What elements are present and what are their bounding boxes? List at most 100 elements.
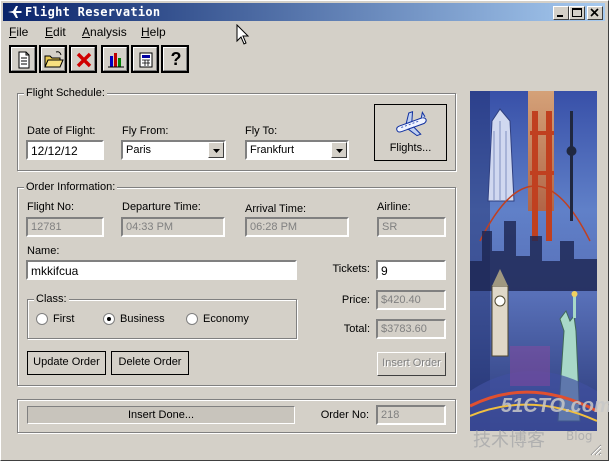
graph-button[interactable] [101, 45, 129, 73]
class-business-radio[interactable] [103, 313, 115, 325]
class-first-label[interactable]: First [53, 313, 74, 325]
fly-to-value: Frankfurt [250, 144, 295, 156]
minimize-icon [557, 15, 563, 17]
price-field: $420.40 [376, 290, 446, 310]
order-no-label: Order No: [320, 409, 369, 421]
new-order-button[interactable] [9, 45, 37, 73]
class-business-label[interactable]: Business [120, 313, 165, 325]
new-document-icon [18, 51, 30, 69]
update-order-button[interactable]: Update Order [27, 351, 106, 375]
delete-order-button[interactable]: Delete Order [111, 351, 189, 375]
calculator-button-face [133, 47, 157, 71]
arrival-time-value: 06:28 PM [250, 221, 298, 233]
menu-analysis[interactable]: Analysis [82, 25, 127, 39]
flight-no-label: Flight No: [27, 201, 75, 213]
menu-file-rest: ile [16, 25, 29, 39]
airline-label: Airline: [377, 201, 411, 213]
delete-order-tool-button[interactable] [69, 45, 97, 73]
maximize-icon [572, 8, 582, 17]
bar-chart-icon [108, 53, 124, 68]
calculator-icon [139, 52, 153, 68]
calculator-button[interactable] [131, 45, 159, 73]
tickets-input[interactable]: 9 [376, 260, 446, 280]
order-no-value: 218 [381, 409, 400, 421]
date-of-flight-input[interactable]: 12/12/12 [26, 140, 104, 160]
chevron-down-icon [336, 149, 343, 153]
arrival-time-label: Arrival Time: [245, 203, 307, 215]
flight-schedule-legend: Flight Schedule: [24, 87, 107, 99]
menu-help[interactable]: Help [141, 25, 166, 39]
status-message: Insert Done... [27, 406, 295, 424]
help-question-icon: ? [170, 49, 182, 69]
help-button-face: ? [163, 47, 187, 71]
delete-order-label: Delete Order [118, 356, 182, 368]
fly-from-select[interactable]: Paris [121, 140, 226, 160]
price-label: Price: [341, 294, 370, 306]
name-label: Name: [27, 245, 60, 257]
delete-order-tool-button-face [71, 47, 95, 71]
insert-order-button[interactable]: Insert Order [377, 352, 446, 376]
menu-help-accel: H [141, 25, 150, 39]
airline-field: SR [377, 217, 446, 237]
insert-order-label: Insert Order [382, 357, 441, 369]
price-value: $420.40 [381, 294, 421, 306]
close-icon [590, 8, 599, 17]
departure-time-value: 04:33 PM [126, 221, 174, 233]
menu-analysis-accel: A [82, 25, 91, 39]
departure-time-field: 04:33 PM [121, 217, 225, 237]
class-economy-label[interactable]: Economy [203, 313, 249, 325]
delete-x-icon [76, 52, 92, 68]
order-no-field: 218 [376, 405, 446, 425]
help-button[interactable]: ? [161, 45, 189, 73]
flight-no-value: 12781 [31, 221, 62, 233]
watermark-blog-en: Blog [566, 429, 593, 443]
airplane-app-icon [8, 6, 22, 18]
fly-from-dropdown-button[interactable] [208, 142, 224, 158]
menu-edit-accel: E [45, 25, 54, 39]
maximize-button[interactable] [569, 6, 585, 20]
watermark-blog: 技术博客 [473, 430, 545, 451]
total-field: $3783.60 [376, 319, 446, 339]
flights-button[interactable]: Flights... [374, 104, 447, 161]
open-order-button[interactable] [39, 45, 67, 73]
update-order-label: Update Order [33, 356, 100, 368]
menu-edit-rest: dit [53, 25, 66, 39]
window-title: Flight Reservation [25, 5, 161, 19]
fly-from-value: Paris [126, 144, 152, 156]
class-first-radio[interactable] [36, 313, 48, 325]
graph-button-face [103, 47, 127, 71]
open-folder-icon [44, 51, 64, 68]
menu-edit[interactable]: Edit [45, 25, 66, 39]
travel-collage-image [470, 91, 597, 431]
date-of-flight-label: Date of Flight: [27, 125, 96, 137]
menu-bar: File Edit Analysis Help [3, 22, 605, 41]
open-order-button-face [41, 47, 65, 71]
name-input[interactable]: mkkifcua [26, 260, 297, 280]
chevron-down-icon [213, 149, 220, 153]
fly-to-dropdown-button[interactable] [331, 142, 347, 158]
flight-no-field: 12781 [26, 217, 104, 237]
fly-from-label: Fly From: [122, 125, 169, 137]
order-information-legend: Order Information: [24, 181, 118, 193]
fly-to-select[interactable]: Frankfurt [245, 140, 349, 160]
total-label: Total: [343, 323, 370, 335]
minimize-button[interactable] [553, 6, 569, 20]
menu-help-rest: elp [149, 25, 166, 39]
tickets-label: Tickets: [332, 263, 371, 275]
class-economy-radio[interactable] [186, 313, 198, 325]
flights-button-label: Flights... [389, 142, 432, 154]
mouse-cursor-icon [236, 24, 250, 45]
title-bar[interactable]: Flight Reservation [3, 3, 605, 21]
flight-reservation-window: Flight Reservation File Edit Analysis He… [0, 0, 609, 461]
arrival-time-field: 06:28 PM [245, 217, 349, 237]
date-of-flight-value: 12/12/12 [31, 144, 78, 158]
new-order-button-face [11, 47, 35, 71]
resize-grip-icon[interactable] [590, 444, 602, 456]
watermark-site: 51CTO.com [501, 395, 609, 417]
tickets-value: 9 [381, 264, 388, 278]
menu-file[interactable]: File [9, 25, 28, 39]
name-value: mkkifcua [31, 264, 79, 278]
departure-time-label: Departure Time: [122, 201, 201, 213]
close-button[interactable] [587, 6, 603, 20]
fly-to-label: Fly To: [245, 125, 278, 137]
